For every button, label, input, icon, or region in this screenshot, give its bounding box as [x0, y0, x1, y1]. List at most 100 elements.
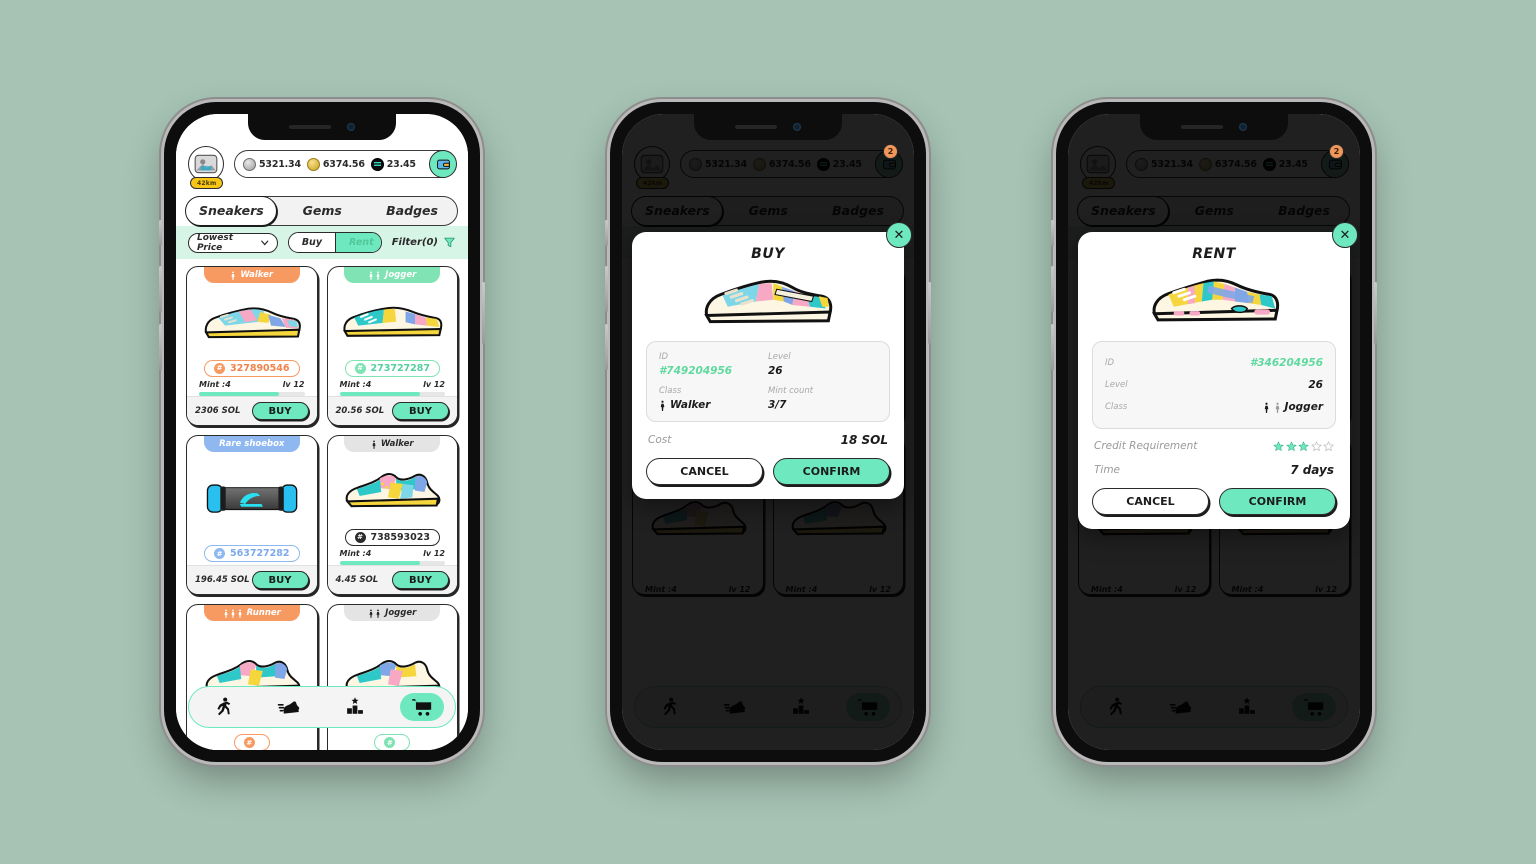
toggle-buy[interactable]: Buy [288, 233, 337, 252]
shoe-image [187, 283, 317, 360]
lowtop-sneaker-icon [704, 279, 833, 324]
hightop-sneaker-icon [345, 472, 441, 507]
sneaker-card[interactable]: Runner # [186, 604, 318, 750]
sort-dropdown[interactable]: Lowest Price [188, 232, 278, 253]
modal-title: RENT [1192, 246, 1236, 262]
cancel-button[interactable]: CANCEL [646, 458, 763, 486]
rent-level-value: 26 [1308, 379, 1323, 392]
class-tag: Walker [344, 436, 441, 452]
price-label: 4.45 SOL [335, 575, 379, 585]
silver-amount: 5321.34 [259, 158, 301, 170]
buy-button[interactable]: BUY [392, 571, 449, 589]
rent-class-value: Jogger [1284, 401, 1323, 414]
rent-level-row: Level 26 [1105, 374, 1323, 396]
buy-id-value: #749204956 [659, 365, 733, 378]
id-pill: # 738593023 [344, 528, 440, 546]
nav-item-sneakers[interactable] [267, 693, 311, 721]
category-tabs: Sneakers Gems Badges [185, 196, 458, 226]
sneaker-card[interactable]: Jogger [326, 266, 458, 426]
sneaker-id: 738593023 [370, 531, 431, 543]
price-label: 2306 SOL [195, 406, 241, 416]
gold-coin-icon [306, 157, 320, 171]
price-label: 196.45 SOL [195, 575, 250, 585]
cancel-button[interactable]: CANCEL [1092, 488, 1209, 516]
buy-info-box: ID #749204956 Level 26 Class Walker Mint… [646, 341, 890, 423]
volume-down-button[interactable] [605, 324, 608, 370]
close-icon[interactable]: ✕ [1332, 222, 1358, 248]
credit-row: Credit Requirement [1092, 429, 1336, 463]
class-tag-label: Rare shoebox [219, 439, 285, 449]
volume-down-button[interactable] [1051, 324, 1054, 370]
card-meta: Mint :4 lv 12 [187, 380, 317, 389]
wallet-button[interactable] [429, 150, 457, 178]
close-icon[interactable]: ✕ [886, 222, 912, 248]
class-tag: Rare shoebox [203, 436, 300, 452]
phone-screen: 42km 5321.34 6374.56 23.45 Sneakers Gems… [176, 114, 468, 750]
nav-item-leaderboard[interactable] [333, 693, 377, 721]
tab-gems[interactable]: Gems [277, 197, 367, 225]
time-label: Time [1094, 464, 1121, 477]
buy-mint-label: Mint count [768, 386, 814, 397]
toggle-rent[interactable]: Rent [336, 233, 381, 252]
sneaker-grid: Walker # 327890546 Mint:4 lv 12 2306 SO… [176, 259, 468, 750]
sneaker-card[interactable]: Walker [186, 266, 318, 426]
sneaker-id: 273727287 [370, 362, 431, 374]
power-button[interactable] [1374, 282, 1377, 344]
app-root: 42km 5321.34 6374.56 23.45 Sneakers Gems… [176, 114, 468, 750]
confirm-button[interactable]: CONFIRM [1219, 488, 1336, 516]
nav-item-run[interactable] [200, 693, 244, 721]
rent-class-row: Class Jogger [1105, 396, 1323, 418]
walker-figure-icon [371, 440, 377, 449]
earpiece-speaker [735, 125, 777, 129]
sneaker-id: 327890546 [230, 362, 290, 374]
volume-up-button[interactable] [1051, 266, 1054, 312]
sort-label: Lowest Price [197, 232, 233, 253]
shoebox-image [187, 452, 317, 545]
sneaker-card[interactable]: Walker [326, 435, 458, 595]
buy-modal: ✕ BUY ID #749204956 Level 26 Class Walke… [632, 222, 912, 500]
earpiece-speaker [1181, 125, 1223, 129]
volume-up-button[interactable] [159, 266, 162, 312]
mute-switch[interactable] [1051, 220, 1054, 246]
card-meta: Mint :4 lv 12 [328, 549, 458, 558]
rent-info-box: ID #346204956 Level 26 Class Jogger [1092, 341, 1336, 430]
notification-count: 2 [883, 144, 898, 159]
tab-badges[interactable]: Badges [367, 197, 457, 225]
avatar-wrap[interactable]: 42km [188, 146, 226, 189]
gold-amount: 6374.56 [322, 158, 365, 170]
runner-sneaker-icon [343, 306, 443, 337]
power-button[interactable] [482, 282, 485, 344]
rent-level-label: Level [1105, 380, 1128, 391]
buy-button[interactable]: BUY [251, 571, 309, 589]
id-pill: # 273727287 [344, 359, 440, 377]
notch [248, 114, 396, 140]
rent-id-label: ID [1105, 358, 1115, 369]
id-pill: # 327890546 [204, 359, 300, 377]
mint-label: Mint :4 [199, 379, 231, 389]
buy-button[interactable]: BUY [251, 402, 309, 420]
screenshot-canvas: 42km 5321.34 6374.56 23.45 Sneakers Gems… [0, 0, 1536, 864]
distance-badge: 42km [190, 177, 224, 189]
nav-item-market[interactable] [399, 693, 444, 721]
sneaker-card[interactable]: Jogger [326, 604, 458, 750]
buy-mint-value: 3/7 [768, 399, 787, 412]
credit-label: Credit Requirement [1094, 440, 1198, 453]
volume-down-button[interactable] [159, 324, 162, 370]
time-value: 7 days [1290, 463, 1334, 478]
sol-amount: 23.45 [386, 158, 416, 170]
confirm-button[interactable]: CONFIRM [773, 458, 890, 486]
power-button[interactable] [928, 282, 931, 344]
class-tag: Runner [203, 605, 300, 621]
tab-sneakers[interactable]: Sneakers [185, 196, 278, 226]
card-footer: 20.56 SOL BUY [327, 396, 457, 425]
filter-button[interactable]: Filter(0) [392, 236, 456, 249]
buy-rent-toggle[interactable]: Buy Rent [287, 232, 382, 253]
mute-switch[interactable] [159, 220, 162, 246]
buy-button[interactable]: BUY [392, 402, 449, 420]
buy-modal-actions: CANCEL CONFIRM [646, 458, 890, 486]
rent-class-label: Class [1105, 402, 1128, 413]
sneaker-speed-icon [277, 701, 299, 714]
volume-up-button[interactable] [605, 266, 608, 312]
mute-switch[interactable] [605, 220, 608, 246]
shoebox-card[interactable]: Rare shoebox # 563727282 196.45 SOL BUY [186, 435, 318, 595]
